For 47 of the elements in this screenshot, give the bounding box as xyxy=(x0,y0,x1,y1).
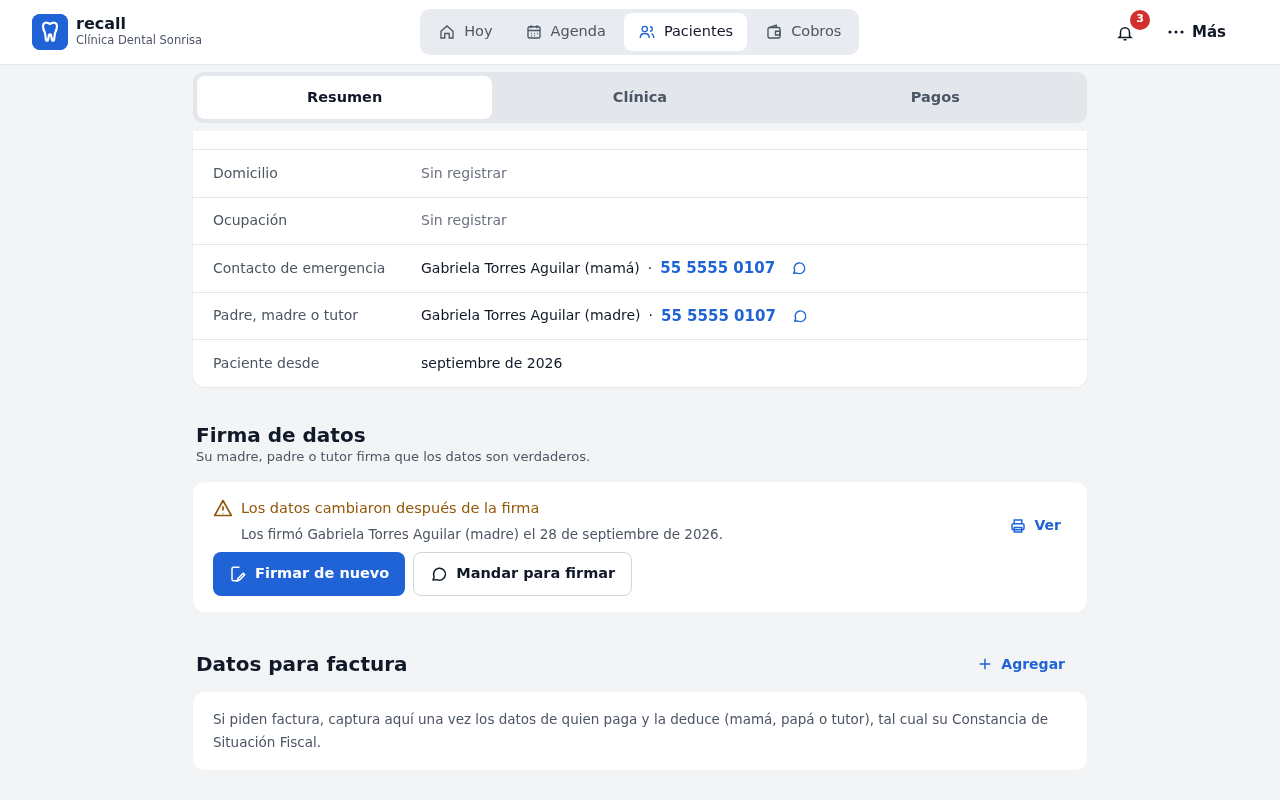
clinic-name: Clínica Dental Sonrisa xyxy=(76,32,203,50)
wallet-icon xyxy=(765,23,784,41)
more-menu-button[interactable]: Más xyxy=(1162,19,1232,45)
chat-icon[interactable] xyxy=(791,260,808,277)
notification-count: 3 xyxy=(1130,9,1150,30)
printer-icon xyxy=(1008,516,1027,535)
section-title: Datos para factura xyxy=(196,652,408,676)
warning-icon xyxy=(213,498,233,518)
chat-icon[interactable] xyxy=(791,307,808,324)
tooth-logo-icon xyxy=(32,14,68,50)
sign-again-button[interactable]: Firmar de nuevo xyxy=(213,552,406,596)
people-icon xyxy=(637,23,656,41)
field-label: Padre, madre o tutor xyxy=(213,306,360,326)
field-label: Paciente desde xyxy=(213,353,321,373)
field-value: septiembre de 2026 xyxy=(421,353,563,373)
field-value: Sin registrar xyxy=(421,163,507,183)
phone-link[interactable]: 55 5555 0107 xyxy=(660,257,776,280)
separator-dot: · xyxy=(648,306,653,326)
app-name: recall xyxy=(76,14,127,33)
edit-icon xyxy=(229,565,247,583)
calendar-icon xyxy=(524,23,543,41)
add-button[interactable]: Agregar xyxy=(971,652,1071,676)
house-icon xyxy=(438,23,457,41)
field-value: Sin registrar xyxy=(421,211,507,231)
field-value: Gabriela Torres Aguilar (mamá) xyxy=(421,258,640,278)
send-to-sign-button[interactable]: Mandar para firmar xyxy=(413,552,633,596)
section-tab[interactable]: Pagos xyxy=(787,76,1083,119)
more-icon xyxy=(1168,30,1184,34)
chat-icon xyxy=(430,565,449,583)
section-title: Firma de datos xyxy=(196,422,367,447)
section-tab[interactable]: Clínica xyxy=(492,76,788,119)
section-tab[interactable]: Resumen xyxy=(197,76,493,119)
nav-tab[interactable]: Hoy xyxy=(424,13,507,51)
field-value: Gabriela Torres Aguilar (madre) xyxy=(421,306,641,326)
nav-tab[interactable]: Cobros xyxy=(751,13,856,51)
field-label: Contacto de emergencia xyxy=(213,258,387,278)
nav-tab[interactable]: Pacientes xyxy=(623,13,748,51)
billing-note: Si piden factura, captura aquí una vez los datos de quien paga y la deduce (mamá, papá o tutor), tal cual su Constancia de Situación Fiscal. xyxy=(213,710,1050,752)
warning-title: Los datos cambiaron después de la firma xyxy=(241,499,541,518)
field-label: Domicilio xyxy=(213,163,279,183)
field-label: Ocupación xyxy=(213,211,289,231)
signature-detail: Los firmó Gabriela Torres Aguilar (madre) el 28 de septiembre de 2026. xyxy=(241,524,723,544)
view-button[interactable]: Ver xyxy=(1002,514,1067,537)
phone-link[interactable]: 55 5555 0107 xyxy=(661,304,776,327)
separator-dot: · xyxy=(647,258,653,278)
section-subtitle: Su madre, padre o tutor firma que los datos son verdaderos. xyxy=(196,447,592,466)
nav-tab[interactable]: Agenda xyxy=(510,13,620,51)
